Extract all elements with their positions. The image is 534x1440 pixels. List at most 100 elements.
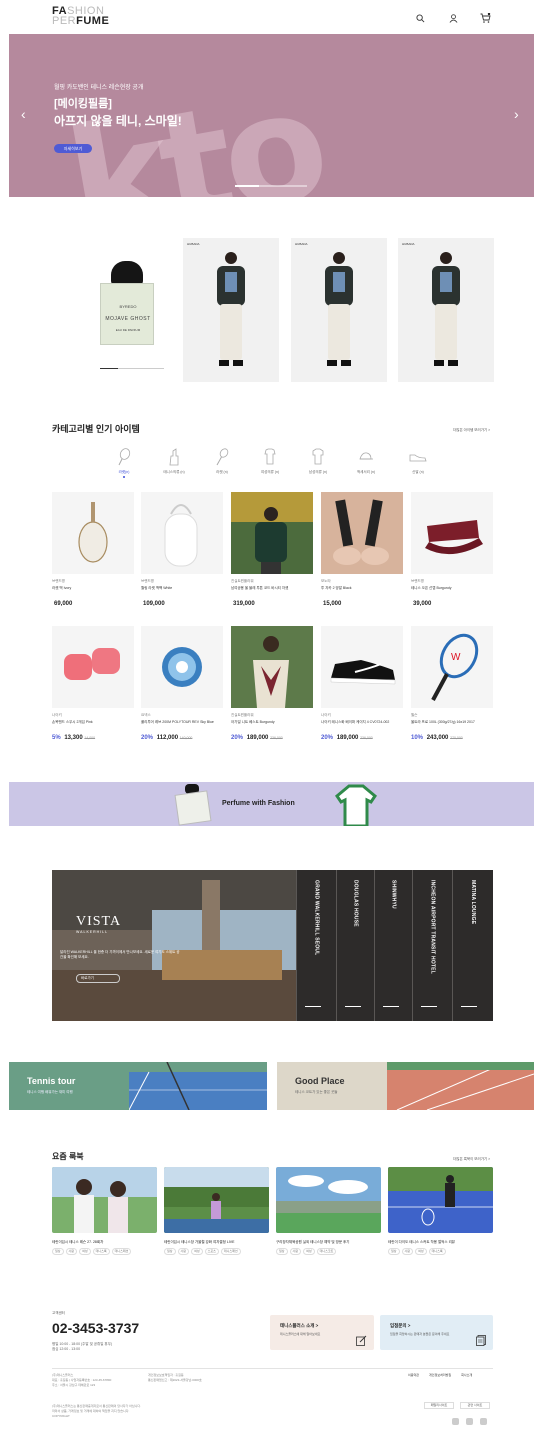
edit-icon (356, 1333, 367, 1351)
product-card[interactable]: 진실트윈플라워 남여공용 울 블레 투톤 코드 바시티 자켓 319,000 (231, 492, 313, 607)
hotel-strip[interactable]: GRAND WALKERHILL SEOUL (296, 870, 336, 1021)
hotel-strip[interactable]: INCHEON AIRPORT TRANSIT HOTEL (412, 870, 452, 1021)
shirt-icon (296, 448, 340, 466)
good-place-banner[interactable]: Good Place 테니스 코트가 있는 좋은 곳들 (277, 1062, 534, 1110)
product-card[interactable]: 모노타 투 자카 2 양말 Black 15,000 (321, 492, 403, 607)
shirt-icon (248, 448, 292, 466)
product-card[interactable]: 브랜드명 테니스 오픈 선캡 Burgundy 39,000 (411, 492, 493, 607)
featured-perfume[interactable]: BYREDO MOJAVE GHOST EAU DE PARFUM (74, 238, 180, 368)
company-info-2: 개인정보보호책임자 : 홍길동 통신판매업신고 : 제2023-서울강남-0000… (148, 1373, 202, 1382)
search-icon[interactable] (413, 11, 427, 25)
tennis-tour-banner[interactable]: Tennis tour 테니스 여행 배워가는 재미 여행 (9, 1062, 267, 1110)
family-site-button[interactable]: 패밀리사이트 (424, 1402, 454, 1409)
social-links (452, 1418, 487, 1425)
footer-divider (52, 1368, 493, 1369)
hotel-logo: VISTA (76, 914, 122, 929)
perfume-image (169, 784, 217, 833)
product-image (52, 626, 134, 708)
company-info: (주)테니스플러스 대표 : 홍길동 | 사업자등록번호 : 123-45-678… (52, 1373, 112, 1387)
lookbook-card[interactable]: 테린이입시 테니스장 가을철 강화 여자결정 LIVE 일상 사람 여성 스포츠 테니스… (164, 1167, 269, 1255)
product-card[interactable]: 나이키 손목밴드 스우시 2개입 Pink 5% 13,300 14,000 (52, 626, 134, 741)
user-icon[interactable] (446, 11, 460, 25)
site-header: FASHION PERFUME (0, 0, 534, 34)
model-image (426, 248, 466, 376)
instagram-icon[interactable] (452, 1418, 459, 1425)
category-more-link[interactable]: 더많은 아이템 보러가기 > (453, 428, 490, 433)
racket-icon (200, 448, 244, 466)
product-image (231, 626, 313, 708)
product-card[interactable]: W 윌슨 울트라 프로 100L (300g/27/g) 16x19 2017 … (411, 626, 493, 741)
svg-text:W: W (451, 652, 461, 663)
product-image: W (411, 626, 493, 708)
hotel-strip[interactable]: DOUGLAS HOUSE (336, 870, 374, 1021)
look-card[interactable]: HUBADA (291, 238, 387, 382)
hotel-go-button[interactable]: 바로가기 (76, 974, 120, 983)
product-card[interactable]: 요넥스 폴리투어 레브 200M POLYTOUR REV Sky Blue 2… (141, 626, 223, 741)
hero-detail-button[interactable]: 자세히보기 (54, 144, 92, 153)
lookbook-card[interactable]: 구리장자체육공원 실외 테니스장 예약 및 방문 후기 일상 사람 여성 테니스코트 (276, 1167, 381, 1255)
category-tab-racket[interactable]: 라켓(n) (102, 448, 146, 475)
banner-title: Tennis tour (27, 1076, 76, 1086)
product-image (321, 626, 403, 708)
category-tab-accessory[interactable]: 액세서리 (n) (344, 448, 388, 475)
hero-slide-progress (235, 185, 307, 187)
shoe-icon (396, 448, 440, 466)
cs-phone-number: 02-3453-3737 (52, 1320, 140, 1336)
cart-icon[interactable] (478, 11, 492, 25)
partner-inquiry-card[interactable]: 입점문의 > 입점을 희망하시는 판매자 분들은 문의해 주세요 (380, 1315, 493, 1350)
category-tab-women[interactable]: 여성의류 (n) (248, 448, 292, 475)
shirt-image (331, 782, 381, 831)
perfume-fashion-banner[interactable]: Perfume with Fashion (9, 782, 534, 828)
lookbook-card[interactable]: 테린이입시 테니스 레슨 27. 28회차 일상 사람 여성 테니스룩 테니스패션 (52, 1167, 157, 1255)
banner-subtitle: 테니스 코트가 있는 좋은 곳들 (295, 1090, 338, 1094)
hotel-photo[interactable]: VISTA WALKERHILL 달라진 WALKERHILL 을 한층 더 가… (52, 870, 296, 1021)
cap-icon (344, 448, 388, 466)
category-tab-men[interactable]: 남성의류 (n) (296, 448, 340, 475)
footer-link[interactable]: 이용약관 (408, 1373, 419, 1377)
lookbook-image (388, 1167, 493, 1233)
model-image (319, 248, 359, 376)
look-card[interactable]: HUBADA (398, 238, 494, 382)
lookbook-image (164, 1167, 269, 1233)
hotel-description: 달라진 WALKERHILL 을 한층 더 가까이에서 만나보세요. 새로운 여… (60, 950, 180, 959)
site-logo[interactable]: FASHION PERFUME (52, 6, 109, 27)
lookbook-more-link[interactable]: 더많은 룩북이 보러가기 > (453, 1157, 490, 1162)
about-card[interactable]: 테니스플러스 소개 > 테니스플러스에 대해 알아보세요 (270, 1315, 374, 1350)
product-card[interactable]: 브랜드명 월링 라켓 백팩 White 109,000 (141, 492, 223, 607)
lookbook-image (52, 1167, 157, 1233)
hero-next-arrow-icon[interactable]: › (514, 106, 519, 122)
hotel-showcase: VISTA WALKERHILL 달라진 WALKERHILL 을 한층 더 가… (52, 870, 493, 1021)
product-image (321, 492, 403, 574)
category-tab-racket-2[interactable]: 라켓 (n) (200, 448, 244, 475)
look-card[interactable]: HUBADA (183, 238, 279, 382)
product-card[interactable]: 진실트윈플라워 아가일 니트 베스트 Burgundy 20% 189,000 … (231, 626, 313, 741)
hotel-strip[interactable]: SHINWHYU (374, 870, 412, 1021)
cs-label: 고객센터 (52, 1311, 65, 1315)
category-active-dot (123, 476, 125, 478)
hero-title-line2: 아프지 않을 테니, 스마일! (54, 114, 182, 128)
youtube-icon[interactable] (480, 1418, 487, 1425)
hotel-strip[interactable]: MATINA LOUNGE (452, 870, 493, 1021)
banner-subtitle: 테니스 여행 배워가는 재미 여행 (27, 1090, 73, 1094)
document-icon (476, 1333, 486, 1351)
model-image (211, 248, 251, 376)
product-card[interactable]: 나이키 나이키 테니스화 베이퍼 케이지 4 CV0724-002 20% 18… (321, 626, 403, 741)
lookbook-card[interactable]: 테린이 다이도 테니스 스커트 착용 얼씩스 리뷰 일상 사람 여성 테니스룩 (388, 1167, 493, 1255)
hero-banner[interactable]: kto 월핑 카도밴인 테니스 레슨현장 공개 [메이킹필름] 아프지 않을 테… (9, 34, 534, 197)
product-image (411, 492, 493, 574)
lookbook-image (276, 1167, 381, 1233)
kakao-icon[interactable] (466, 1418, 473, 1425)
product-image (231, 492, 313, 574)
featured-slide-indicator (100, 368, 164, 369)
footer-links: 이용약관 개인정보처리방침 회사소개 (408, 1373, 472, 1377)
category-tab-shoes[interactable]: 신발 (n) (396, 448, 440, 475)
hero-prev-arrow-icon[interactable]: ‹ (21, 106, 26, 122)
product-image (52, 492, 134, 574)
footer-link[interactable]: 회사소개 (461, 1373, 472, 1377)
related-site-button[interactable]: 관련 사이트 (460, 1402, 490, 1409)
product-image (141, 492, 223, 574)
apparel-icon (152, 448, 196, 466)
category-tab-apparel[interactable]: 테니스의류 (n) (152, 448, 196, 475)
footer-link[interactable]: 개인정보처리방침 (429, 1373, 451, 1377)
product-card[interactable]: 브랜드명 라켓 백 Ivory 69,000 (52, 492, 134, 607)
